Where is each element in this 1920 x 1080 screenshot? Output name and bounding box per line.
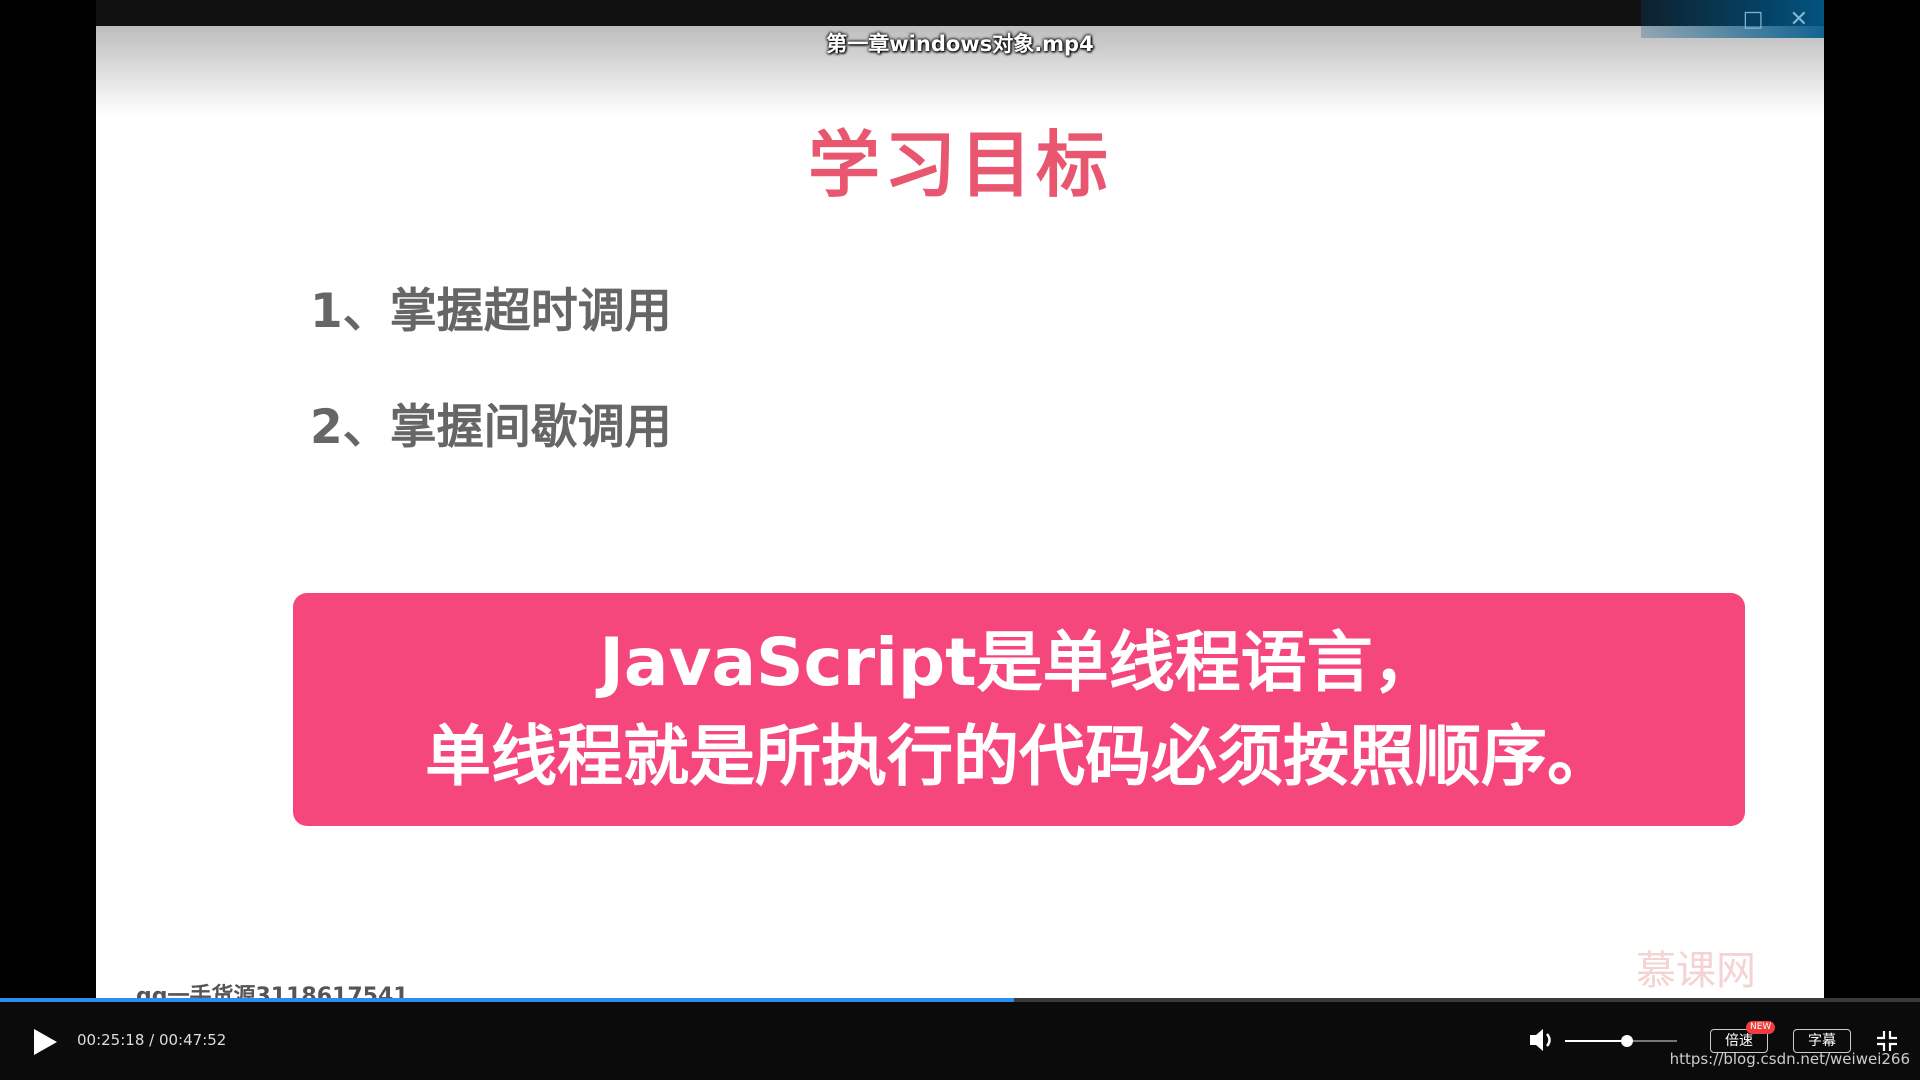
callout-box: JavaScript是单线程语言， 单线程就是所执行的代码必须按照顺序。	[293, 593, 1745, 826]
volume-fill	[1565, 1040, 1627, 1042]
callout-line: 单线程就是所执行的代码必须按照顺序。	[425, 717, 1613, 795]
control-bar: 00:25:18 / 00:47:52 倍速 NEW 字幕	[0, 1002, 1920, 1080]
video-frame[interactable]: □ ✕ 第一章windows对象.mp4 学习目标 1、掌握超时调用 2、掌握间…	[96, 0, 1824, 1000]
title-bar	[96, 0, 1824, 26]
objective-item: 2、掌握间歇调用	[310, 400, 672, 455]
objective-item: 1、掌握超时调用	[310, 284, 672, 339]
time-display: 00:25:18 / 00:47:52	[77, 1031, 226, 1049]
slide-heading: 学习目标	[807, 123, 1112, 207]
new-badge: NEW	[1746, 1021, 1776, 1034]
qq-watermark: qq一手货源3118617541	[136, 984, 409, 1000]
play-icon[interactable]	[32, 1028, 58, 1056]
site-watermark: 慕课网	[1636, 948, 1756, 994]
volume-slider[interactable]	[1565, 1035, 1677, 1047]
exit-fullscreen-icon[interactable]	[1876, 1030, 1898, 1052]
duration: 00:47:52	[158, 1031, 227, 1049]
volume-icon[interactable]	[1528, 1026, 1558, 1054]
source-url: https://blog.csdn.net/weiwei266	[1669, 1050, 1910, 1068]
callout-line: JavaScript是单线程语言，	[599, 623, 1439, 701]
video-title: 第一章windows对象.mp4	[826, 32, 1094, 56]
current-time: 00:25:18	[77, 1031, 145, 1049]
volume-knob[interactable]	[1620, 1035, 1633, 1047]
time-separator: /	[144, 1031, 159, 1049]
